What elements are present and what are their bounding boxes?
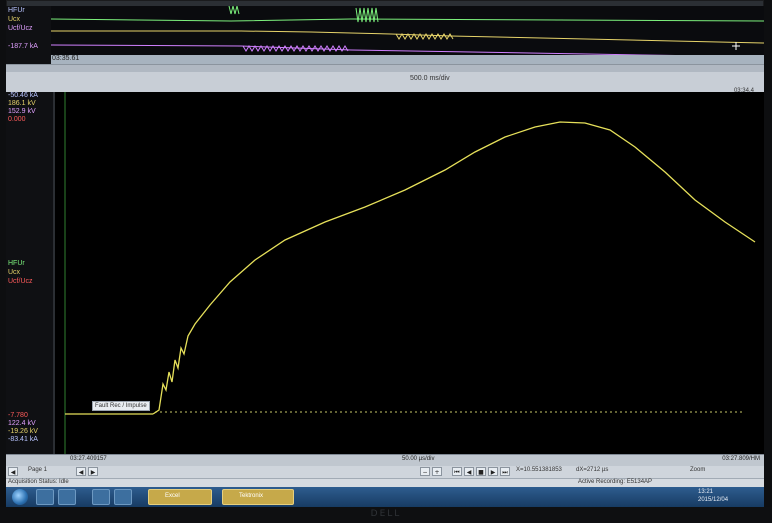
taskbar-pin-4[interactable] bbox=[114, 489, 132, 505]
readout-top-4: 0.000 bbox=[8, 116, 26, 123]
readout-top-3: 152.9 kV bbox=[8, 108, 36, 115]
nav-stop-button[interactable]: ■ bbox=[476, 467, 486, 476]
readout-bottom-1: -7.780 bbox=[8, 412, 28, 419]
readout-bottom-2: 122.4 kV bbox=[8, 420, 36, 427]
channel-label-2: Ucx bbox=[8, 269, 21, 276]
top-time-label: 03:35.61 bbox=[52, 55, 80, 62]
nav-skip-back-button[interactable]: ⏮ bbox=[452, 467, 462, 476]
axis-right-time: 03:27.809/HM bbox=[722, 456, 760, 462]
nav-zoom-in-button[interactable]: + bbox=[432, 467, 442, 476]
scale-ruler bbox=[6, 72, 764, 92]
nav-forward-button[interactable]: ▶ bbox=[488, 467, 498, 476]
tray-date: 2015/12/04 bbox=[698, 497, 729, 503]
cursor-plus-icon bbox=[732, 42, 740, 50]
top-readout: -187.7 kA bbox=[8, 43, 38, 50]
axis-left-time: 03:27.409157 bbox=[70, 456, 107, 462]
top-trace-yellow bbox=[51, 30, 764, 44]
bezel-brand-logo: DELL bbox=[370, 509, 402, 519]
nav-first-button[interactable]: ◀ bbox=[8, 467, 18, 476]
nav-next-button[interactable]: ▶ bbox=[88, 467, 98, 476]
scale-label: 500.0 ms/div bbox=[410, 75, 450, 82]
readout-top-1: -50.46 kA bbox=[8, 92, 38, 99]
main-waveform-plot[interactable]: Fault Rec / Impulse bbox=[55, 92, 764, 454]
windows-taskbar: Excel Tektronix 13:21 2015/12/04 bbox=[6, 487, 764, 507]
top-trace-purple bbox=[51, 44, 676, 55]
axis-center-scale: 50.00 µs/div bbox=[402, 456, 435, 462]
taskbar-pin-1[interactable] bbox=[36, 489, 54, 505]
top-channel-label-2: Ucx bbox=[8, 16, 21, 23]
status-right: Active Recording: E5134AP bbox=[578, 479, 653, 485]
page-label: Page 1 bbox=[28, 467, 48, 473]
top-time-axis: 03:35.61 bbox=[51, 55, 764, 64]
marker-label-box[interactable]: Fault Rec / Impulse bbox=[92, 401, 150, 411]
waveform-main-trace bbox=[152, 121, 756, 415]
navigation-bar: ◀ Page 1 ◀ ▶ − + ⏮ ◀ ■ ▶ ⏭ X=10.55138185… bbox=[6, 466, 764, 478]
top-burst-green-1 bbox=[228, 6, 240, 15]
nav-prev-button[interactable]: ◀ bbox=[76, 467, 86, 476]
top-channel-label-1: HFUr bbox=[8, 7, 25, 14]
taskbar-pin-3[interactable] bbox=[92, 489, 110, 505]
main-channel-readouts: -50.46 kA 186.1 kV 152.9 kV 0.000 HFUr U… bbox=[6, 92, 54, 454]
top-trace-green bbox=[51, 18, 764, 22]
readout-bottom-4: -83.41 kA bbox=[8, 436, 38, 443]
top-burst-green-2 bbox=[355, 7, 379, 23]
zoom-label: Zoom bbox=[690, 467, 706, 473]
monitor-photo: HFUr Ucx Ucf/Ucz -187.7 kA 03:35.61 500.… bbox=[0, 0, 772, 523]
status-left: Acquisition Status: Idle bbox=[8, 479, 69, 485]
main-waveform-svg bbox=[64, 92, 756, 454]
taskbar-app-excel[interactable]: Excel bbox=[148, 489, 212, 505]
nav-zoom-out-button[interactable]: − bbox=[420, 467, 430, 476]
channel-label-3: Ucf/Ucz bbox=[8, 278, 33, 285]
cursor-readout: X=10.551381853 bbox=[516, 467, 562, 473]
taskbar-pin-2[interactable] bbox=[58, 489, 76, 505]
nav-back-button[interactable]: ◀ bbox=[464, 467, 474, 476]
tray-time: 13:21 bbox=[698, 489, 714, 495]
top-channel-label-3: Ucf/Ucz bbox=[8, 25, 33, 32]
readout-bottom-3: -19.26 kV bbox=[8, 428, 38, 435]
readout-top-2: 186.1 kV bbox=[8, 100, 36, 107]
channel-label-1: HFUr bbox=[8, 260, 25, 267]
top-trace-plot[interactable] bbox=[51, 6, 764, 55]
start-button-icon[interactable] bbox=[12, 489, 28, 505]
taskbar-app-tektronix[interactable]: Tektronix bbox=[222, 489, 294, 505]
taskbar-app-tektronix-label: Tektronix bbox=[239, 493, 264, 499]
nav-skip-forward-button[interactable]: ⏭ bbox=[500, 467, 510, 476]
top-trace-svg bbox=[51, 6, 764, 55]
taskbar-app-excel-label: Excel bbox=[165, 493, 180, 499]
delta-readout: dX=2712 µs bbox=[576, 467, 609, 473]
top-channel-legend: HFUr Ucx Ucf/Ucz -187.7 kA bbox=[6, 6, 51, 64]
